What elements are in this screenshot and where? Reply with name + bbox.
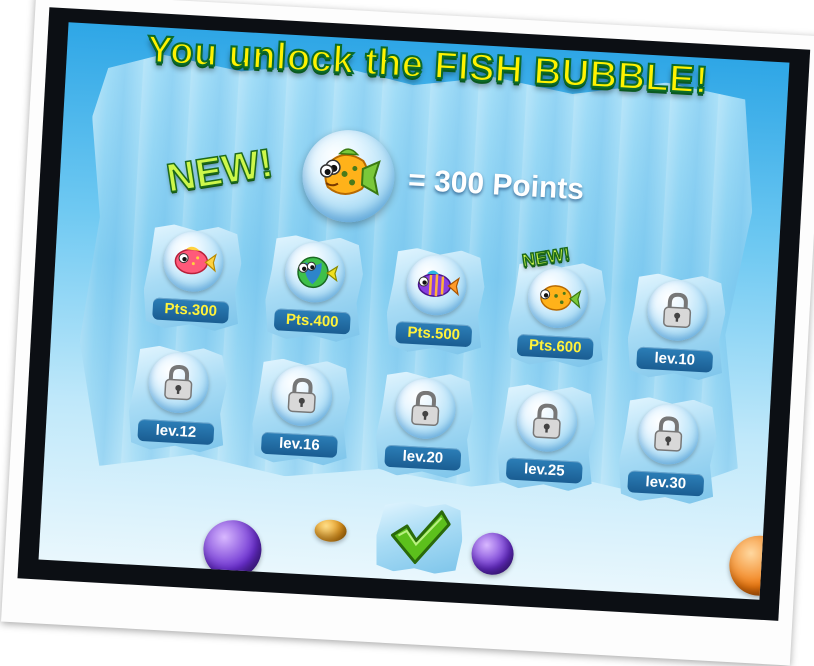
- green-blue-fish-icon: [297, 256, 339, 289]
- locked-tile[interactable]: lev.10: [626, 272, 728, 381]
- tile-label: lev.20: [384, 444, 462, 471]
- unlock-tile[interactable]: Pts.300: [142, 223, 244, 332]
- tile-label: lev.12: [137, 418, 215, 446]
- padlock-icon: [287, 377, 316, 414]
- device-frame: You unlock the FISH BUBBLE! NEW! = 300 P…: [17, 7, 811, 621]
- tile-label: Pts.300: [152, 297, 230, 324]
- tile-label: lev.30: [627, 470, 705, 497]
- locked-tile[interactable]: lev.12: [127, 344, 229, 453]
- tile-label: lev.10: [636, 346, 714, 373]
- purple-marble: [201, 518, 263, 580]
- orange-spotted-fish-icon: [319, 148, 381, 196]
- padlock-icon: [654, 416, 683, 452]
- photo-print: You unlock the FISH BUBBLE! NEW! = 300 P…: [1, 0, 814, 666]
- tile-label: lev.25: [505, 457, 583, 484]
- confirm-button[interactable]: [374, 500, 464, 575]
- tile-label: Pts.400: [273, 308, 351, 335]
- orange-spotted-fish-icon: [540, 285, 582, 311]
- checkmark-icon: [387, 505, 452, 568]
- green-marble: [772, 344, 790, 403]
- padlock-icon: [663, 292, 692, 328]
- orange-marble: [314, 518, 348, 543]
- unlock-tile[interactable]: Pts.500: [385, 247, 487, 356]
- orange-marble: [727, 534, 790, 598]
- locked-tile[interactable]: lev.20: [374, 370, 476, 479]
- tile-label: lev.16: [260, 431, 338, 458]
- unlock-tile[interactable]: NEW! Pts.600: [506, 243, 608, 368]
- tile-label: Pts.500: [395, 321, 473, 348]
- pink-fish-icon: [174, 246, 217, 275]
- game-screen: You unlock the FISH BUBBLE! NEW! = 300 P…: [38, 22, 790, 600]
- locked-tile[interactable]: lev.16: [250, 357, 352, 466]
- purple-striped-fish-icon: [417, 270, 460, 297]
- purple-marble: [470, 531, 515, 576]
- locked-tile[interactable]: lev.30: [617, 396, 719, 505]
- reward-bubble: [299, 127, 397, 225]
- padlock-icon: [532, 403, 561, 439]
- tile-label: Pts.600: [516, 333, 594, 361]
- locked-tile[interactable]: lev.25: [495, 383, 597, 492]
- padlock-icon: [411, 390, 440, 427]
- padlock-icon: [164, 365, 193, 401]
- unlock-tile[interactable]: Pts.400: [263, 234, 365, 343]
